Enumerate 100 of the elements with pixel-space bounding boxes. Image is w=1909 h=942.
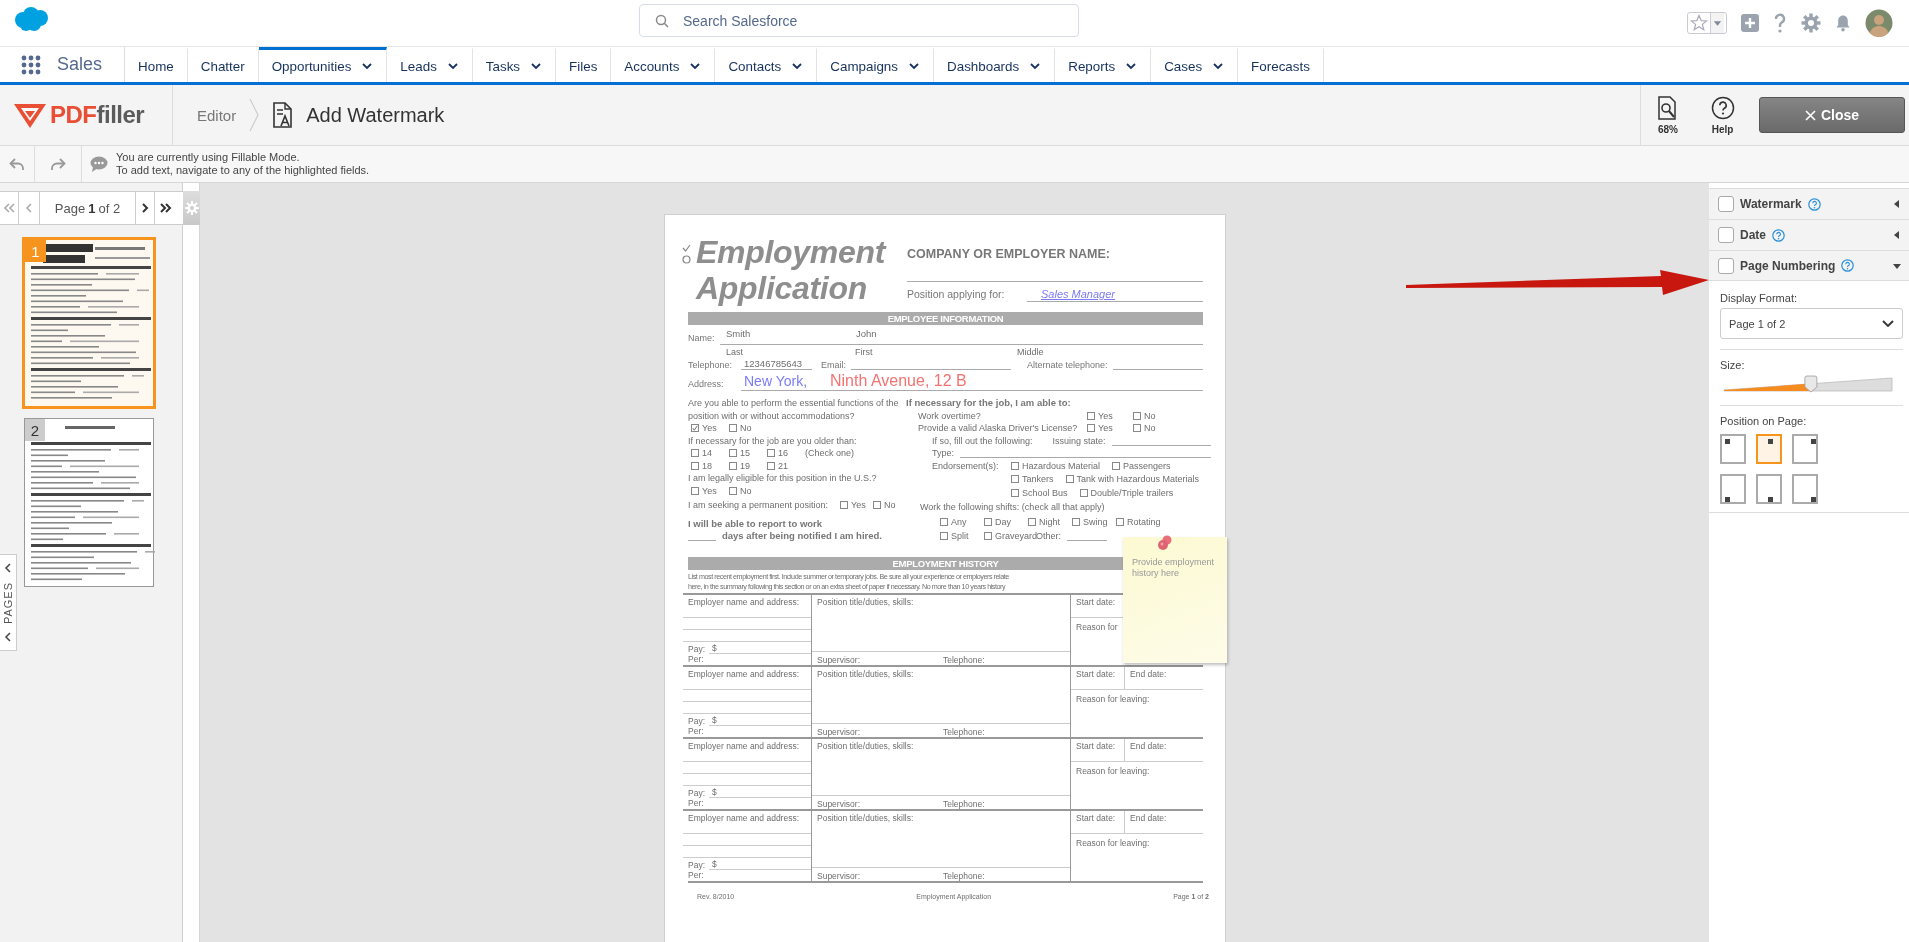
form-text: Middle [1017,347,1044,357]
help-button[interactable]: Help [1695,85,1750,145]
checkbox[interactable] [1112,461,1121,470]
checkbox[interactable] [767,461,775,470]
nav-tab[interactable]: Campaigns [817,47,934,82]
logo-icon [14,102,46,128]
position-marker-icon [1725,497,1730,502]
nav-tab[interactable]: Reports [1055,47,1152,82]
checkbox[interactable] [691,449,699,458]
nav-tab[interactable]: Dashboards [934,47,1056,82]
expand-icon[interactable] [1892,230,1902,240]
text-field[interactable]: $ [709,786,811,798]
section-header[interactable]: Date [1709,219,1909,250]
position-option[interactable] [1792,434,1818,464]
checkbox[interactable] [984,517,992,526]
checkbox[interactable] [729,424,737,433]
section-header[interactable]: Page Numbering [1709,250,1909,281]
nav-tab[interactable]: Accounts [611,47,716,82]
checkbox[interactable] [1087,424,1095,433]
checkbox[interactable] [1011,461,1019,470]
help-icon[interactable] [1807,197,1821,211]
checkbox-label: Day [995,515,1011,528]
checkbox[interactable] [1079,488,1088,497]
nav-tab[interactable]: Files [556,47,612,82]
checkbox[interactable] [940,532,948,541]
position-option[interactable] [1720,434,1746,464]
position-option[interactable] [1720,474,1746,504]
nav-tab[interactable]: Leads [387,47,473,82]
checkbox[interactable] [1072,517,1080,526]
section-header: EMPLOYEE INFORMATION [688,312,1203,325]
expand-icon[interactable] [1892,199,1902,209]
checkbox[interactable] [767,449,775,458]
nav-tab[interactable]: Cases [1151,47,1239,82]
section-header[interactable]: Watermark [1709,188,1909,219]
help-icon[interactable] [1772,228,1785,242]
nav-tab[interactable]: Home [125,47,188,82]
checkbox[interactable] [1133,424,1141,433]
checkbox[interactable] [729,461,737,470]
checkbox[interactable] [1718,196,1734,212]
checkbox[interactable] [984,532,992,541]
text-field[interactable]: Sales Manager [1027,288,1203,302]
text-field[interactable]: $ [709,714,811,726]
page-number-badge: 2 [25,419,45,441]
bell-icon[interactable] [1835,14,1851,32]
settings-icon[interactable] [1801,13,1821,33]
nav-tab[interactable]: Opportunities [258,47,388,82]
checkbox[interactable] [1065,475,1074,484]
position-option[interactable] [1756,434,1782,464]
position-option[interactable] [1756,474,1782,504]
page-thumbnail[interactable]: 2 [24,418,154,587]
add-icon[interactable] [1741,14,1759,32]
slider-thumb[interactable] [1804,375,1818,393]
checkbox[interactable] [1718,257,1734,274]
cloud-logo[interactable] [12,5,50,33]
form-text: Email: [821,360,847,370]
pages-tab[interactable]: PAGES [0,554,17,651]
form-text: Provide a valid Alaska Driver's License? [917,422,1079,435]
checkbox[interactable] [729,486,737,495]
text-field[interactable]: Smith John [720,325,1203,345]
checkbox[interactable] [691,424,699,433]
nav-tab[interactable]: Tasks [472,47,557,82]
app-launcher-icon[interactable] [21,54,41,75]
checkbox[interactable] [729,449,737,458]
format-dropdown[interactable]: Page 1 of 2 [1720,308,1903,339]
text-field[interactable]: $ [709,858,811,870]
text-field[interactable]: 12346785643 [741,358,812,370]
checkbox[interactable] [840,501,849,510]
text-annotation[interactable]: New York, [744,372,830,390]
help-icon[interactable] [1841,259,1855,272]
checkbox-label: Tank with Hazardous Materials [1076,473,1200,486]
nav-tab[interactable]: Chatter [187,47,259,82]
checkbox-label: School Bus [1022,486,1068,499]
checkbox[interactable] [873,501,882,510]
checkbox[interactable] [1028,517,1036,526]
search-field[interactable]: Search Salesforce [639,4,1079,37]
breadcrumb-link[interactable]: Editor [197,106,237,124]
position-option[interactable] [1792,474,1818,504]
form-text: I am legally eligible for this position in the U.S.? [688,472,877,485]
nav-tab[interactable]: Forecasts [1238,47,1324,82]
checkbox[interactable] [1011,475,1019,484]
checkbox[interactable] [1718,227,1734,243]
checkbox[interactable] [1133,411,1141,420]
checkbox[interactable] [1087,411,1095,420]
checkbox[interactable] [1011,488,1019,497]
avatar[interactable] [1865,9,1893,37]
close-button[interactable]: Close [1759,97,1905,133]
redo-icon[interactable] [50,157,66,171]
undo-icon[interactable] [9,157,25,171]
checkbox[interactable] [940,517,948,526]
checkbox[interactable] [691,486,699,495]
checkbox[interactable] [691,461,699,470]
nav-tab[interactable]: Contacts [715,47,818,82]
form-text: End date: [1130,668,1167,679]
checkbox[interactable] [1116,517,1124,526]
text-field[interactable]: $ [709,642,811,654]
zoom-button[interactable]: 68% [1640,85,1695,145]
favorites-button[interactable] [1687,12,1727,34]
form-text: End date: [1130,740,1167,751]
page-indicator: Page 1 of 2 [40,192,136,224]
help-icon[interactable] [1773,13,1787,33]
